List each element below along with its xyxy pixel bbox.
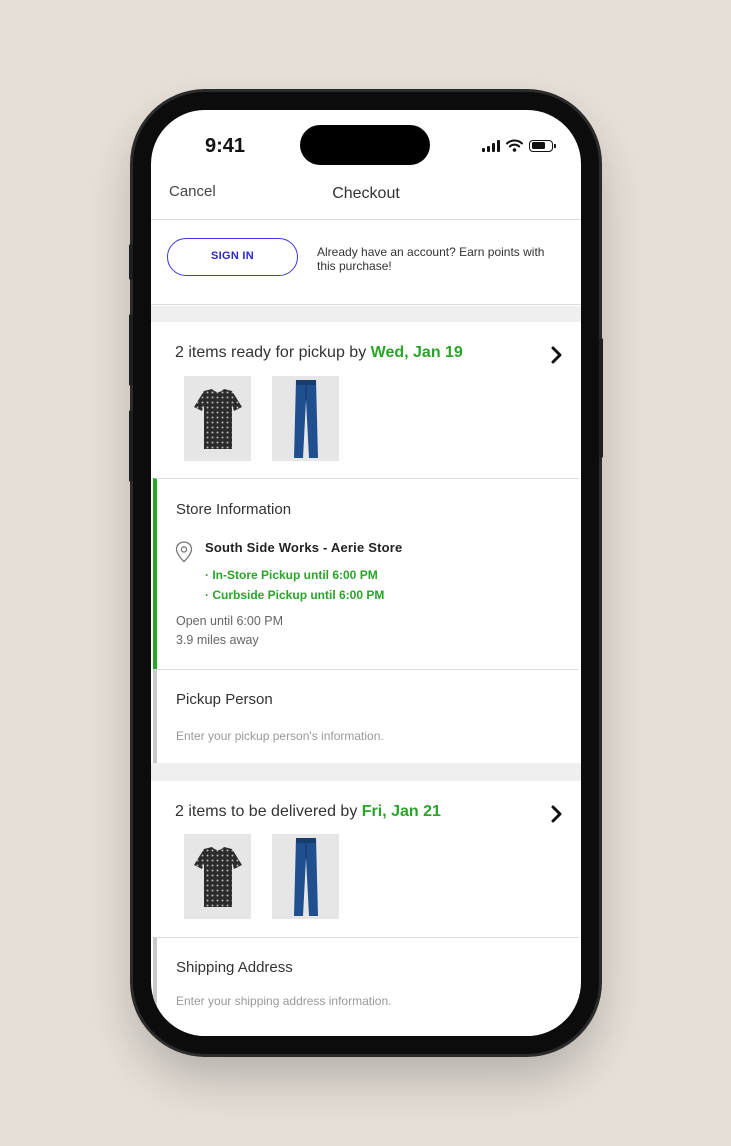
delivery-heading: 2 items to be delivered by Fri, Jan 21 <box>175 803 441 821</box>
dynamic-island <box>300 125 430 165</box>
status-icons <box>482 139 556 152</box>
phone-frame: 9:41 Cancel Checkout SIGN IN Already hav… <box>129 92 603 1054</box>
store-name: South Side Works - Aerie Store <box>205 540 403 555</box>
curbside-pickup-option: · Curbside Pickup until 6:00 PM <box>205 588 385 602</box>
sign-in-button[interactable]: SIGN IN <box>167 238 298 276</box>
pickup-products <box>184 376 339 461</box>
delivery-summary[interactable]: 2 items to be delivered by Fri, Jan 21 <box>151 781 581 937</box>
patterned-top-image <box>193 846 242 907</box>
mute-switch <box>129 244 133 280</box>
signal-icon <box>482 139 500 152</box>
shipping-address-placeholder: Enter your shipping address information. <box>176 994 392 1008</box>
product-thumbnail-top[interactable] <box>184 376 251 461</box>
product-thumbnail-jeans[interactable] <box>272 376 339 461</box>
patterned-top-image <box>193 388 242 449</box>
pickup-person-placeholder: Enter your pickup person's information. <box>176 729 384 743</box>
store-info-title: Store Information <box>176 501 292 518</box>
store-open-hours: Open until 6:00 PM <box>176 614 284 628</box>
chevron-right-icon[interactable] <box>551 346 563 364</box>
delivery-date: Fri, Jan 21 <box>361 803 441 820</box>
power-button <box>599 338 603 458</box>
wifi-icon <box>506 139 523 152</box>
product-thumbnail-jeans[interactable] <box>272 834 339 919</box>
store-information[interactable]: Store Information South Side Works - Aer… <box>153 478 579 669</box>
signin-section: SIGN IN Already have an account? Earn po… <box>151 221 581 305</box>
section-divider <box>151 763 581 781</box>
pickup-date: Wed, Jan 19 <box>370 344 463 361</box>
status-bar: 9:41 <box>151 110 581 180</box>
battery-icon <box>529 139 556 152</box>
chevron-right-icon[interactable] <box>551 805 563 823</box>
in-store-pickup-option: · In-Store Pickup until 6:00 PM <box>205 568 378 582</box>
jeans-image <box>293 837 318 916</box>
shipping-address-block[interactable]: Shipping Address Enter your shipping add… <box>153 937 579 1036</box>
jeans-image <box>293 379 318 458</box>
location-pin-icon <box>175 541 193 563</box>
screen: 9:41 Cancel Checkout SIGN IN Already hav… <box>151 110 581 1036</box>
product-thumbnail-top[interactable] <box>184 834 251 919</box>
pickup-summary[interactable]: 2 items ready for pickup by Wed, Jan 19 <box>151 322 581 478</box>
delivery-products <box>184 834 339 919</box>
pickup-heading-text: 2 items ready for pickup by <box>175 344 371 361</box>
volume-down-button <box>129 410 133 482</box>
page-title: Checkout <box>332 185 400 202</box>
section-divider <box>151 306 581 322</box>
volume-up-button <box>129 314 133 386</box>
delivery-heading-text: 2 items to be delivered by <box>175 803 362 820</box>
signin-message: Already have an account? Earn points wit… <box>317 245 545 273</box>
pickup-heading: 2 items ready for pickup by Wed, Jan 19 <box>175 344 463 362</box>
pickup-person-block[interactable]: Pickup Person Enter your pickup person's… <box>153 669 579 763</box>
shipping-address-title: Shipping Address <box>176 959 293 976</box>
store-distance: 3.9 miles away <box>176 633 259 647</box>
status-time: 9:41 <box>205 135 246 157</box>
checkout-navbar: Cancel Checkout <box>151 180 581 220</box>
pickup-person-title: Pickup Person <box>176 691 273 708</box>
